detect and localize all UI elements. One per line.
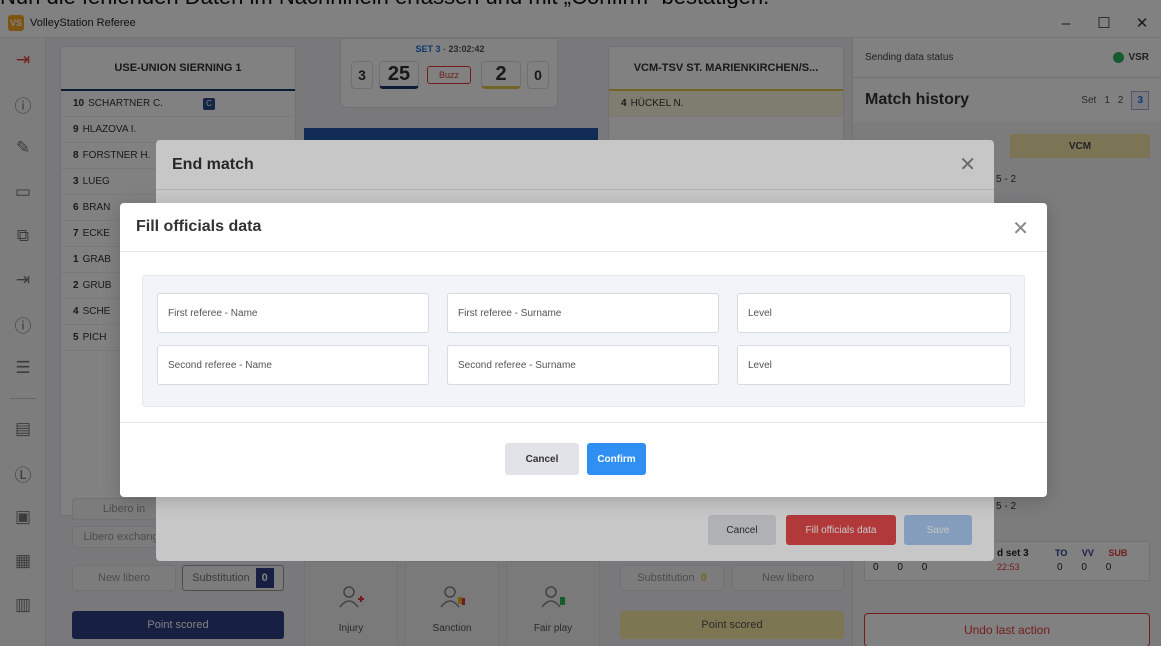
- first-referee-surname-input[interactable]: [447, 293, 719, 333]
- confirm-button[interactable]: Confirm: [587, 443, 646, 475]
- officials-form: [142, 275, 1025, 407]
- fill-officials-modal: Fill officials data ✕ Cancel Confirm: [120, 203, 1047, 497]
- first-referee-name-input[interactable]: [157, 293, 429, 333]
- fill-officials-title: Fill officials data: [120, 203, 1047, 252]
- second-referee-surname-input[interactable]: [447, 345, 719, 385]
- first-referee-level-input[interactable]: [737, 293, 1011, 333]
- close-icon[interactable]: ✕: [1012, 216, 1029, 241]
- modal-divider: [120, 422, 1047, 423]
- second-referee-level-input[interactable]: [737, 345, 1011, 385]
- cancel-button[interactable]: Cancel: [505, 443, 579, 475]
- second-referee-name-input[interactable]: [157, 345, 429, 385]
